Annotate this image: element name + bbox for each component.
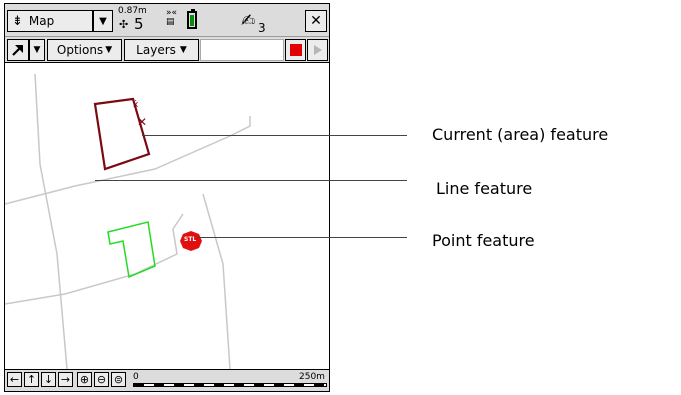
scale-bar	[133, 383, 327, 387]
road-line	[5, 213, 184, 305]
layers-label: Layers	[136, 43, 176, 57]
zoom-extents-button[interactable]: ⊜	[111, 372, 126, 387]
close-icon: ✕	[310, 13, 322, 29]
map-canvas[interactable]: ẋ ✕ STL	[5, 64, 329, 369]
road-line	[34, 73, 68, 369]
zoom-in-button[interactable]: ⊕	[77, 372, 92, 387]
satellite-icon: ✣	[119, 18, 129, 31]
pan-up-button[interactable]: ↑	[24, 372, 39, 387]
road-line	[202, 193, 231, 369]
point-feature-label: STL	[184, 236, 197, 243]
device-screen: ⇟ Map ▼ 0.87m ✣ 5 »« ▤ ✍ 3 ✕ ▼ Options ▼…	[4, 3, 330, 392]
select-arrow-icon	[12, 45, 23, 56]
zoom-out-icon: ⊖	[96, 373, 107, 386]
battery-icon	[187, 9, 197, 29]
area-feature	[107, 221, 156, 279]
app-title: Map	[28, 14, 55, 28]
scale-end: 250m	[299, 372, 325, 382]
pan-left-button[interactable]: ←	[7, 372, 22, 387]
options-menu[interactable]: Options ▼	[47, 39, 122, 61]
current-area-feature	[93, 97, 151, 171]
satellite-count: 5	[134, 15, 144, 33]
cursor-x-icon: ✕	[137, 115, 147, 129]
map-drawing: ẋ ✕	[5, 73, 251, 369]
play-triangle-icon	[313, 45, 322, 55]
options-label: Options	[56, 43, 104, 57]
pen-count: 3	[258, 21, 266, 35]
start-logging-button[interactable]	[307, 39, 328, 61]
map-toolbar: ▼ Options ▼ Layers ▼	[5, 37, 329, 63]
chevron-down-icon: ▼	[33, 45, 41, 55]
callout-leader-line	[95, 180, 407, 181]
select-tool-dropdown[interactable]: ▼	[29, 39, 45, 61]
close-button[interactable]: ✕	[305, 10, 327, 32]
layers-menu[interactable]: Layers ▼	[124, 39, 199, 61]
stop-square-icon	[289, 44, 302, 56]
gps-receiver-icon[interactable]: »« ▤	[166, 9, 177, 27]
callout-leader-area	[142, 135, 407, 136]
navigation-bar: ← ↑ ↓ → ⊕ ⊖ ⊜ 0 250m	[5, 369, 329, 391]
app-dropdown-button[interactable]: ▼	[93, 10, 113, 32]
compass-north-icon: ⇟	[12, 13, 23, 29]
chevron-down-icon: ▼	[179, 45, 187, 55]
app-selector[interactable]: ⇟ Map	[7, 10, 93, 32]
status-field	[200, 39, 284, 61]
road-line	[5, 116, 251, 205]
zoom-out-button[interactable]: ⊖	[94, 372, 109, 387]
chevron-down-icon: ▼	[99, 15, 107, 27]
scale-start: 0	[133, 372, 139, 382]
pan-right-button[interactable]: →	[58, 372, 73, 387]
callout-leader-point	[197, 237, 407, 238]
zoom-extents-icon: ⊜	[113, 373, 124, 386]
callout-current-area: Current (area) feature	[432, 125, 609, 144]
callout-point-feature: Point feature	[432, 231, 535, 250]
callout-line-feature: Line feature	[436, 179, 533, 198]
pen-icon[interactable]: ✍	[241, 11, 255, 31]
pan-down-button[interactable]: ↓	[41, 372, 56, 387]
title-bar: ⇟ Map ▼ 0.87m ✣ 5 »« ▤ ✍ 3 ✕	[5, 4, 329, 37]
stop-logging-button[interactable]	[285, 39, 306, 61]
vertex-marker-icon: ẋ	[133, 100, 139, 110]
chevron-down-icon: ▼	[105, 45, 113, 55]
zoom-in-icon: ⊕	[79, 373, 90, 386]
select-tool-button[interactable]	[7, 39, 29, 61]
